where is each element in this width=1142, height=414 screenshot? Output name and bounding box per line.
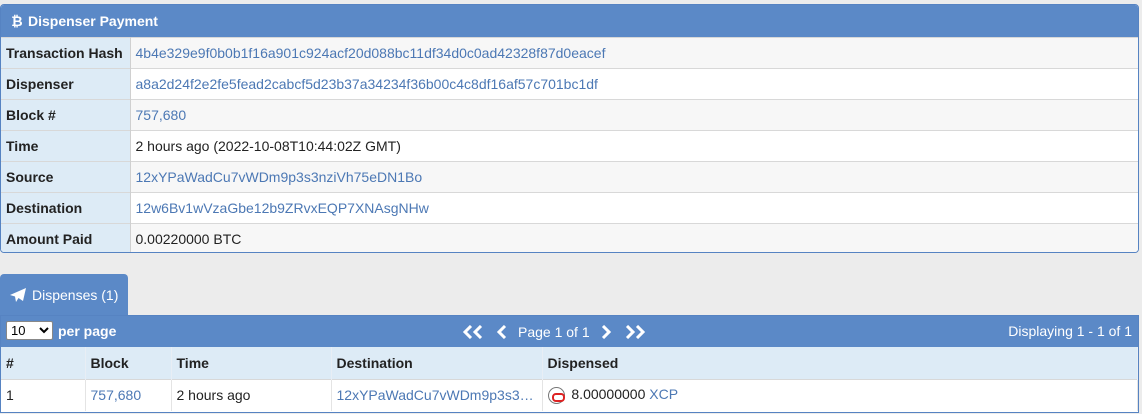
detail-row: Source 12xYPaWadCu7vWDm9p3s3nziVh75eDN1Bo — [1, 161, 1138, 193]
paper-plane-icon — [10, 288, 26, 302]
row-dispensed: 8.00000000 XCP — [542, 378, 1138, 411]
xcp-asset-icon — [547, 387, 565, 405]
first-page-button[interactable] — [462, 324, 484, 339]
row-destination-link[interactable]: 12xYPaWadCu7vWDm9p3s3… — [337, 387, 534, 403]
detail-value: 0.00220000 BTC — [135, 231, 242, 248]
detail-value-link[interactable]: 757,680 — [136, 107, 187, 123]
pagination-bar: 10 per page Page 1 of 1 Displaying 1 - 1… — [1, 316, 1138, 347]
detail-label: Amount Paid — [1, 223, 131, 252]
table-header-row: # Block Time Destination Dispensed — [1, 347, 1138, 379]
detail-label: Source — [1, 161, 131, 193]
dispenses-table: # Block Time Destination Dispensed 1 757… — [1, 347, 1138, 411]
page-navigation: Page 1 of 1 — [462, 316, 646, 347]
detail-value-cell: 12w6Bv1wVzaGbe12b9ZRvxEQP7XNAsgNHw — [130, 192, 1138, 224]
detail-row: Time 2 hours ago (2022-10-08T10:44:02Z GM… — [1, 130, 1138, 162]
panel-header: ₿ Dispenser Payment — [1, 5, 1138, 37]
detail-value-link[interactable]: 12xYPaWadCu7vWDm9p3s3nziVh75eDN1Bo — [136, 169, 423, 185]
detail-row: Destination 12w6Bv1wVzaGbe12b9ZRvxEQP7XNA… — [1, 192, 1138, 224]
tab-dispenses[interactable]: Dispenses (1) — [0, 274, 128, 316]
column-header-dispensed[interactable]: Dispensed — [542, 347, 1138, 379]
double-chevron-left-icon — [462, 324, 483, 339]
detail-value: 2 hours ago (2022-10-08T10:44:02Z GMT) — [135, 138, 401, 154]
chevron-right-icon — [601, 324, 611, 339]
detail-label: Time — [1, 130, 131, 162]
detail-value-cell: 0.00220000 BTC — [130, 223, 1138, 252]
row-time: 2 hours ago — [171, 378, 332, 411]
per-page-select[interactable]: 10 — [6, 321, 53, 340]
detail-label: Block # — [1, 99, 131, 131]
detail-row: Block # 757,680 — [1, 99, 1138, 131]
dispenses-panel: 10 per page Page 1 of 1 Displaying 1 - 1… — [0, 315, 1139, 413]
last-page-button[interactable] — [624, 324, 646, 339]
next-page-button[interactable] — [600, 324, 612, 339]
column-header-block[interactable]: Block — [85, 347, 172, 379]
detail-label: Transaction Hash — [1, 37, 131, 69]
chevron-left-icon — [496, 324, 507, 339]
detail-value-cell: 12xYPaWadCu7vWDm9p3s3nziVh75eDN1Bo — [130, 161, 1138, 193]
detail-value-link[interactable]: a8a2d24f2e2fe5fead2cabcf5d23b37a34234f36… — [136, 76, 598, 92]
asset-link[interactable]: XCP — [649, 386, 678, 402]
column-header-time[interactable]: Time — [171, 347, 332, 379]
dispensed-amount: 8.00000000 — [571, 386, 646, 403]
displaying-count: Displaying 1 - 1 of 1 — [1008, 323, 1132, 339]
double-chevron-right-icon — [625, 324, 645, 339]
dispenser-payment-panel: ₿ Dispenser Payment Transaction Hash 4b4e… — [0, 4, 1139, 253]
detail-value-cell: 2 hours ago (2022-10-08T10:44:02Z GMT) — [130, 130, 1138, 162]
detail-row: Transaction Hash 4b4e329e9f0b0b1f16a901c9… — [1, 37, 1138, 69]
column-header-destination[interactable]: Destination — [331, 347, 543, 379]
table-row: 1 757,680 2 hours ago 12xYPaWadCu7vWDm9p… — [1, 378, 1138, 411]
detail-label: Dispenser — [1, 68, 131, 100]
detail-value-cell: 4b4e329e9f0b0b1f16a901c924acf20d088bc11d… — [130, 37, 1138, 69]
detail-value-link[interactable]: 12w6Bv1wVzaGbe12b9ZRvxEQP7XNAsgNHw — [136, 200, 429, 216]
bitcoin-icon: ₿ — [11, 13, 23, 29]
detail-value-cell: 757,680 — [130, 99, 1138, 131]
per-page-label: per page — [58, 322, 117, 339]
detail-row: Amount Paid 0.00220000 BTC — [1, 223, 1138, 252]
previous-page-button[interactable] — [496, 324, 508, 339]
column-header-number[interactable]: # — [1, 347, 86, 379]
panel-title: Dispenser Payment — [28, 13, 158, 29]
detail-row: Dispenser a8a2d24f2e2fe5fead2cabcf5d23b37… — [1, 68, 1138, 100]
detail-value-cell: a8a2d24f2e2fe5fead2cabcf5d23b37a34234f36… — [130, 68, 1138, 100]
details-table: Transaction Hash 4b4e329e9f0b0b1f16a901c9… — [1, 37, 1138, 252]
detail-label: Destination — [1, 192, 131, 224]
detail-value-link[interactable]: 4b4e329e9f0b0b1f16a901c924acf20d088bc11d… — [136, 45, 606, 61]
row-block-link[interactable]: 757,680 — [91, 387, 142, 403]
row-number: 1 — [1, 378, 86, 411]
page-indicator: Page 1 of 1 — [518, 323, 590, 340]
tab-label: Dispenses (1) — [32, 287, 119, 303]
per-page-control: 10 per page — [6, 321, 116, 340]
